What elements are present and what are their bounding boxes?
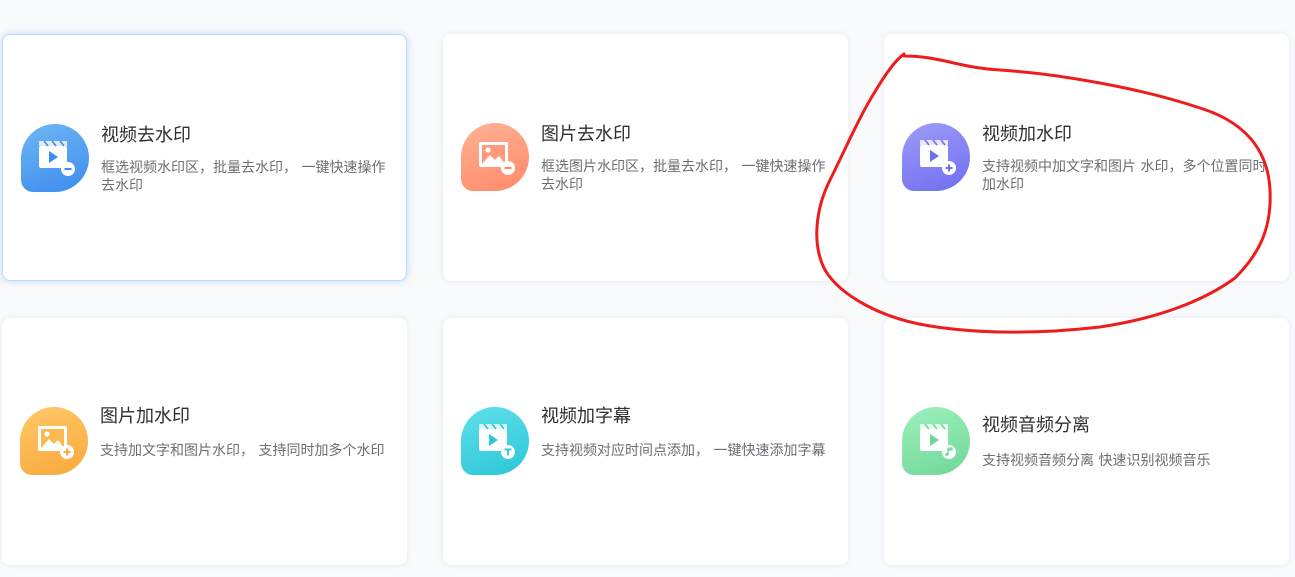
card-title: 图片去水印: [541, 124, 631, 145]
video-remove-icon: [21, 124, 89, 192]
card-title: 视频去水印: [101, 125, 191, 146]
card-description: 支持视频对应时间点添加， 一键快速添加字幕: [541, 443, 826, 459]
tool-grid: 视频去水印 框选视频水印区，批量去水印， 一键快速操作去水印 图片去水印 框选图…: [0, 0, 1295, 577]
card-title: 图片加水印: [100, 406, 190, 427]
card-title: 视频音频分离: [982, 415, 1090, 436]
video-subtitle-icon: [461, 407, 529, 475]
card-description: 支持视频中加文字和图片 水印，多个位置同时加水印: [982, 159, 1267, 193]
card-title: 视频加字幕: [541, 406, 631, 427]
card-description: 框选视频水印区，批量去水印， 一键快速操作去水印: [101, 160, 386, 194]
video-audio-icon: [902, 407, 970, 475]
card-video-remove-watermark[interactable]: 视频去水印 框选视频水印区，批量去水印， 一键快速操作去水印: [2, 34, 407, 281]
image-remove-icon: [461, 123, 529, 191]
image-add-icon: [20, 407, 88, 475]
card-image-add-watermark[interactable]: 图片加水印 支持加文字和图片水印， 支持同时加多个水印: [2, 318, 407, 565]
card-description: 支持加文字和图片水印， 支持同时加多个水印: [100, 443, 385, 459]
card-description: 框选图片水印区，批量去水印， 一键快速操作去水印: [541, 159, 826, 193]
card-video-add-subtitle[interactable]: 视频加字幕 支持视频对应时间点添加， 一键快速添加字幕: [443, 318, 848, 565]
card-title: 视频加水印: [982, 124, 1072, 145]
card-image-remove-watermark[interactable]: 图片去水印 框选图片水印区，批量去水印， 一键快速操作去水印: [443, 34, 848, 281]
card-video-add-watermark[interactable]: 视频加水印 支持视频中加文字和图片 水印，多个位置同时加水印: [884, 34, 1289, 281]
card-video-audio-separation[interactable]: 视频音频分离 支持视频音频分离 快速识别视频音乐: [884, 318, 1289, 565]
video-add-icon: [902, 123, 970, 191]
card-description: 支持视频音频分离 快速识别视频音乐: [982, 453, 1211, 469]
